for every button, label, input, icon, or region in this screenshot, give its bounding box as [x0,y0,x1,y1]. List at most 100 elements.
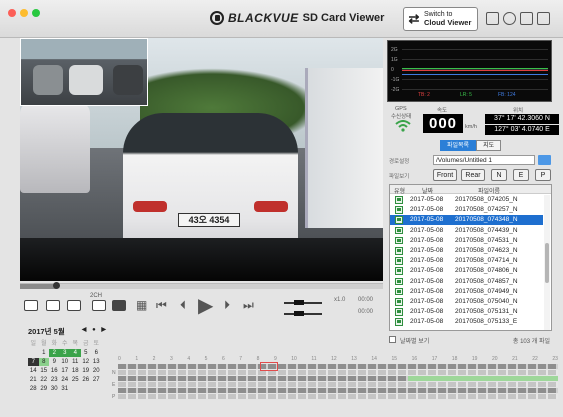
calendar-day[interactable]: 1 [39,349,50,357]
calendar-day[interactable]: 29 [39,385,50,393]
file-list-scrollbar[interactable] [544,195,550,330]
calendar-day[interactable]: 6 [91,349,102,357]
file-row[interactable]: 2017-05-08 20170508_074348_N [390,215,543,225]
file-row[interactable]: 2017-05-08 20170508_074714_N [390,256,543,266]
camera-icon[interactable] [520,12,533,25]
file-row[interactable]: 2017-05-08 20170508_074439_N [390,226,543,236]
calendar-day[interactable]: 8 [38,358,49,366]
calendar-day[interactable]: 10 [60,358,71,366]
rear-filter-button[interactable]: Rear [461,169,485,181]
calendar-day[interactable]: 9 [49,358,60,366]
file-row[interactable]: 2017-05-08 20170508_075131_N [390,307,543,317]
calendar-day[interactable]: 24 [60,376,71,384]
location-label: 위치 [513,108,524,114]
timeline-row-parking-2[interactable] [118,394,558,399]
calendar-day[interactable]: 18 [70,367,81,375]
calendar-day[interactable]: 23 [49,376,60,384]
file-list[interactable]: 유형 날짜 파일이름 2017-05-08 20170508_074205_N 20… [389,184,552,331]
file-row[interactable]: 2017-05-08 20170508_074857_N [390,277,543,287]
front-channel-button[interactable] [92,300,106,311]
timeline-row-normal[interactable] [118,364,558,369]
timeline-row-parking[interactable] [118,388,558,393]
calendar-day[interactable]: 27 [91,376,102,384]
zoom-window-button[interactable] [32,9,40,17]
calendar-day[interactable]: 31 [60,385,71,393]
previous-file-icon[interactable]: ⏮ [156,298,167,313]
calendar-day[interactable]: 26 [81,376,92,384]
volume-slider-knob[interactable] [294,311,304,316]
calendar-day[interactable]: 16 [49,367,60,375]
calendar-day[interactable]: 14 [28,367,39,375]
step-back-icon[interactable]: ⏴ [180,298,186,313]
rear-channel-button[interactable] [112,300,126,311]
grid-layout-icon[interactable]: ▦ [136,298,147,312]
front-filter-button[interactable]: Front [433,169,457,181]
video-export-button[interactable] [67,300,81,311]
open-folder-button[interactable] [24,300,38,311]
volume-slider[interactable] [284,311,322,316]
calendar-day[interactable]: 12 [81,358,92,366]
calendar-day[interactable]: 4 [70,349,81,357]
file-row[interactable]: 2017-05-08 20170508_075040_N [390,297,543,307]
settings-icon[interactable] [486,12,499,25]
crosshair-icon[interactable] [503,12,516,25]
rear-camera-pip[interactable] [20,38,148,106]
step-forward-icon[interactable]: ⏵ [224,298,230,313]
minimize-window-button[interactable] [20,9,28,17]
calendar-day[interactable]: 11 [70,358,81,366]
tab-file-list[interactable]: 파일목록 [440,140,477,151]
scrollbar-thumb[interactable] [545,243,549,283]
calendar-day[interactable]: 7 [28,358,39,366]
print-icon[interactable] [537,12,550,25]
normal-filter-button[interactable]: N [491,169,507,181]
calendar-day[interactable]: 2 [49,349,60,357]
file-row[interactable]: 2017-05-08 20170508_075133_E [390,317,543,327]
filter-label: 파일보기 [389,174,410,180]
file-row[interactable]: 2017-05-08 20170508_074257_N [390,205,543,215]
calendar-day[interactable]: 15 [39,367,50,375]
calendar-day[interactable]: 17 [60,367,71,375]
speed-slider-knob[interactable] [294,300,304,305]
file-row[interactable]: 2017-05-08 20170508_074531_N [390,236,543,246]
play-icon[interactable]: ▶ [198,293,213,318]
date-view-checkbox[interactable] [389,336,396,343]
next-month-icon[interactable]: ▶ [101,327,108,333]
video-player[interactable]: 43오 4354 [20,38,383,281]
export-button[interactable] [46,300,60,311]
event-timeline[interactable]: 0 1 2 3 4 5 6 7 8 9 10 11 12 13 14 15 16 17 18 19 20 21 22 23 N… [112,356,558,411]
today-dot-icon[interactable]: ● [92,327,98,333]
calendar-day[interactable]: 20 [91,367,102,375]
header-type[interactable]: 유형 [394,186,405,195]
header-name[interactable]: 파일이름 [478,186,500,195]
timeline-hour-tick: 4 [187,356,191,362]
path-label: 경로설정 [389,159,410,165]
seek-handle[interactable] [53,282,61,289]
calendar-day[interactable]: 21 [28,376,39,384]
next-file-icon[interactable]: ⏭ [243,298,254,313]
parking-filter-button[interactable]: P [535,169,551,181]
path-field[interactable]: /Volumes/Untitled 1 [433,155,535,165]
timeline-row-event-2[interactable] [118,382,558,387]
speed-slider[interactable] [284,300,322,305]
file-row[interactable]: 2017-05-08 20170508_074949_N [390,287,543,297]
calendar-day[interactable]: 28 [28,385,39,393]
file-row[interactable]: 2017-05-08 20170508_074623_N [390,246,543,256]
calendar-day[interactable]: 13 [91,358,102,366]
calendar-day[interactable]: 25 [70,376,81,384]
timeline-row-normal-2[interactable] [118,370,558,375]
calendar-day[interactable]: 19 [81,367,92,375]
file-row[interactable]: 2017-05-08 20170508_074806_N [390,266,543,276]
file-row[interactable]: 2017-05-08 20170508_074205_N [390,195,543,205]
browse-folder-icon[interactable] [538,155,551,165]
tab-map[interactable]: 지도 [476,140,502,151]
switch-to-cloud-button[interactable]: ⇄ Switch to Cloud Viewer [403,7,478,31]
header-date[interactable]: 날짜 [422,186,433,195]
close-window-button[interactable] [8,9,16,17]
prev-month-icon[interactable]: ◀ [82,327,89,333]
calendar-day[interactable]: 22 [39,376,50,384]
calendar-day[interactable]: 3 [59,349,70,357]
calendar-day[interactable]: 30 [49,385,60,393]
seek-bar[interactable] [20,282,383,289]
calendar-day[interactable]: 5 [81,349,92,357]
event-filter-button[interactable]: E [513,169,529,181]
